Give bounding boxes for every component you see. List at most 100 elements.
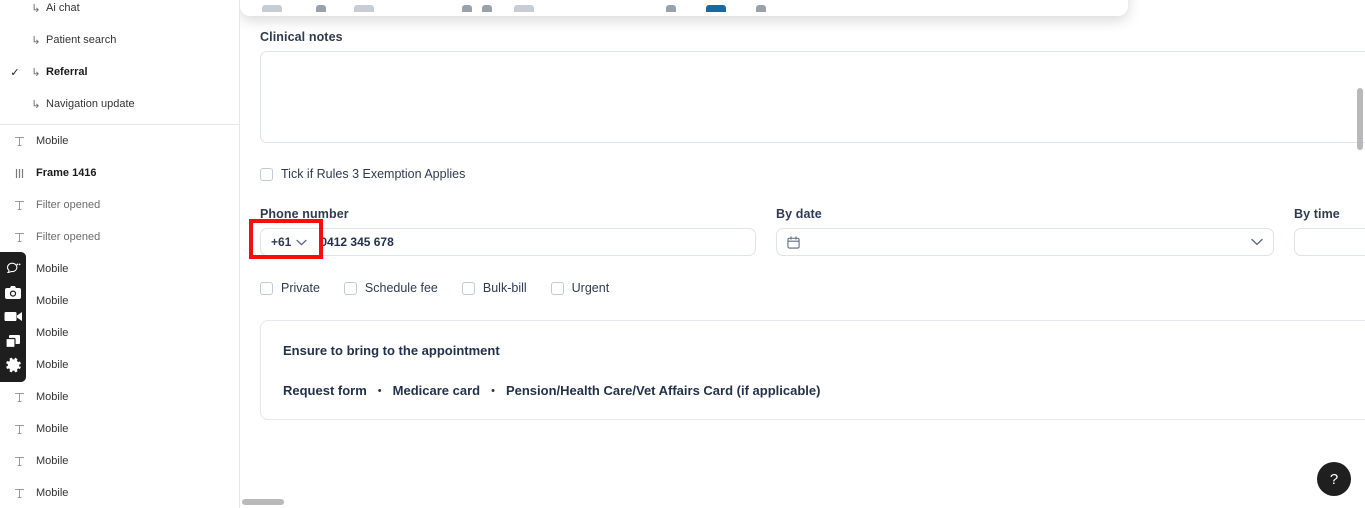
control-chip[interactable] (756, 5, 766, 12)
layers-list: Mobile Frame 1416 Filter opened Filter o… (0, 125, 239, 508)
layer-item-label: Mobile (36, 391, 69, 403)
option-label: Private (281, 281, 320, 295)
layer-item-label: Mobile (36, 295, 69, 307)
control-chip[interactable] (482, 5, 492, 12)
option-label: Schedule fee (364, 281, 438, 295)
info-item: Pension/Health Care/Vet Affairs Card (if… (505, 383, 821, 398)
contact-and-schedule-fields: Phone number +61 0412 345 678 By date By… (249, 207, 1365, 259)
schedule-fee-checkbox[interactable] (343, 281, 357, 295)
layer-item-10[interactable]: Mobile (0, 445, 239, 477)
rules-exemption-row[interactable]: Tick if Rules 3 Exemption Applies (260, 167, 1345, 181)
option-urgent[interactable]: Urgent (550, 281, 609, 295)
urgent-checkbox[interactable] (550, 281, 564, 295)
calendar-icon (787, 235, 800, 249)
phone-number-input[interactable]: +61 0412 345 678 (249, 219, 756, 259)
country-code-value: +61 (271, 235, 292, 249)
info-item: Medicare card (392, 383, 481, 398)
rules-exemption-label: Tick if Rules 3 Exemption Applies (281, 167, 466, 181)
camera-icon[interactable] (2, 282, 24, 304)
bullet-separator-icon: • (377, 384, 382, 397)
prototype-flow-list: ↳ Ai chat ↳ Patient search ✓ ↳ Referral … (0, 0, 239, 125)
duplicate-frames-icon[interactable] (2, 330, 24, 352)
clinical-notes-label: Clinical notes (260, 30, 343, 44)
settings-gear-icon[interactable] (2, 355, 24, 377)
overlay-card-partial (240, 0, 1128, 16)
layer-item-7[interactable]: Mobile (0, 349, 239, 381)
text-layer-icon (14, 232, 36, 243)
info-card-title: Ensure to bring to the appointment (283, 343, 500, 358)
country-code-select[interactable]: +61 (271, 235, 308, 249)
chevron-down-icon (1251, 238, 1263, 246)
by-date-label: By date (776, 207, 822, 221)
layer-item-label: Mobile (36, 327, 69, 339)
horizontal-scrollbar[interactable] (240, 498, 1365, 508)
control-chip[interactable] (316, 5, 326, 12)
control-chip[interactable] (666, 5, 676, 12)
info-card-items: Request form • Medicare card • Pension/H… (283, 383, 1365, 398)
layer-item-3[interactable]: Filter opened (0, 221, 239, 253)
horizontal-scrollbar-thumb[interactable] (242, 499, 284, 505)
layers-sidebar: ↳ Ai chat ↳ Patient search ✓ ↳ Referral … (0, 0, 240, 508)
canvas-viewport: Clinical notes Tick if Rules 3 Exemption… (240, 0, 1365, 508)
control-chip[interactable] (514, 5, 534, 12)
layer-item-4[interactable]: Mobile (0, 253, 239, 285)
flow-item-referral[interactable]: ✓ ↳ Referral (0, 56, 239, 88)
control-chip[interactable] (462, 5, 472, 12)
option-private[interactable]: Private (260, 281, 320, 295)
layer-item-label: Mobile (36, 359, 69, 371)
by-date-select[interactable] (776, 228, 1274, 256)
flow-item-ai-chat[interactable]: ↳ Ai chat (0, 0, 239, 24)
frame-layer-icon (14, 168, 36, 179)
text-layer-icon (14, 136, 36, 147)
layer-item-label: Mobile (36, 263, 69, 275)
text-layer-icon (14, 488, 36, 499)
option-schedule-fee[interactable]: Schedule fee (343, 281, 438, 295)
video-record-icon[interactable] (2, 306, 24, 328)
flow-item-label: Referral (46, 66, 88, 78)
overlay-card-controls (240, 0, 1128, 12)
vertical-scrollbar-thumb[interactable] (1357, 88, 1363, 150)
clinical-notes-textarea[interactable] (260, 51, 1365, 143)
help-button[interactable]: ? (1317, 462, 1351, 496)
flow-item-patient-search[interactable]: ↳ Patient search (0, 24, 239, 56)
control-chip[interactable] (262, 5, 282, 12)
phone-number-label: Phone number (260, 207, 349, 221)
control-chip[interactable] (354, 5, 374, 12)
rules-exemption-checkbox[interactable] (260, 167, 273, 181)
layer-item-6[interactable]: Mobile (0, 317, 239, 349)
text-layer-icon (14, 424, 36, 435)
appointment-info-card: Ensure to bring to the appointment Reque… (260, 320, 1365, 420)
option-bulk-bill[interactable]: Bulk-bill (461, 281, 527, 295)
control-chip-selected[interactable] (706, 5, 726, 12)
flow-arrow-icon: ↳ (31, 34, 41, 47)
layer-item-9[interactable]: Mobile (0, 413, 239, 445)
text-layer-icon (14, 456, 36, 467)
layer-item-1[interactable]: Frame 1416 (0, 157, 239, 189)
layer-item-label: Filter opened (36, 231, 101, 243)
flow-item-label: Patient search (46, 34, 117, 46)
text-layer-icon (14, 392, 36, 403)
app-root: ↳ Ai chat ↳ Patient search ✓ ↳ Referral … (0, 0, 1365, 508)
bulk-bill-checkbox[interactable] (461, 281, 475, 295)
layer-item-2[interactable]: Filter opened (0, 189, 239, 221)
flow-arrow-icon: ↳ (31, 98, 41, 111)
layer-item-8[interactable]: Mobile (0, 381, 239, 413)
flow-item-navigation-update[interactable]: ↳ Navigation update (0, 88, 239, 120)
vertical-scrollbar[interactable] (1355, 0, 1365, 508)
by-date-field: By date (776, 207, 1294, 256)
phone-number-value[interactable]: 0412 345 678 (320, 235, 393, 249)
flow-item-label: Navigation update (46, 98, 135, 110)
flow-arrow-icon: ↳ (31, 2, 41, 15)
layer-item-5[interactable]: Mobile (0, 285, 239, 317)
layer-item-label: Frame 1416 (36, 167, 97, 179)
private-checkbox[interactable] (260, 281, 273, 295)
layer-item-11[interactable]: Mobile (0, 477, 239, 508)
annotate-pen-icon[interactable] (2, 257, 24, 279)
layer-item-label: Mobile (36, 135, 69, 147)
layer-item-0[interactable]: Mobile (0, 125, 239, 157)
flow-arrow-icon: ↳ (31, 66, 41, 79)
phone-number-field: Phone number +61 0412 345 678 (249, 207, 776, 259)
option-label: Bulk-bill (482, 281, 527, 295)
layer-item-label: Mobile (36, 455, 69, 467)
bullet-separator-icon: • (491, 384, 495, 397)
